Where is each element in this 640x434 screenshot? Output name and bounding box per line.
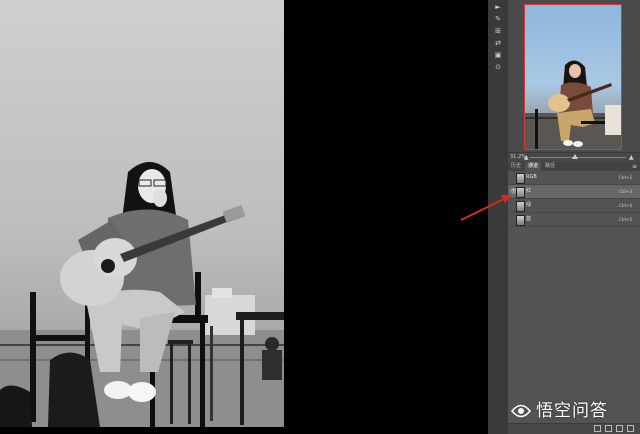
tab-history[interactable]: 历史 [508, 162, 524, 171]
load-selection-icon[interactable] [594, 425, 601, 432]
channel-shortcut: Ctrl+5 [618, 217, 632, 222]
document-canvas[interactable] [0, 0, 488, 434]
channel-thumbnail [516, 187, 525, 198]
right-panels: 31.2% ▲ ▲ 历史 通道 路径 ≡ RGB Ctrl+2 👁 红 Ctrl… [508, 0, 640, 434]
zoom-out-icon[interactable]: ▲ [524, 153, 529, 162]
move-tool-icon[interactable]: ► [488, 2, 508, 12]
channel-shortcut: Ctrl+2 [618, 175, 632, 180]
zoom-in-icon[interactable]: ▲ [629, 153, 634, 162]
channels-bottom-bar [508, 423, 640, 434]
channel-shortcut: Ctrl+4 [618, 203, 632, 208]
swap-tool-icon[interactable]: ⇄ [488, 38, 508, 48]
zoom-slider-track[interactable] [530, 157, 626, 158]
panel-tabs: 历史 通道 路径 ≡ [508, 162, 640, 171]
photo-illustration [0, 162, 284, 427]
channel-thumbnail [516, 201, 525, 212]
photo-image [0, 0, 284, 427]
channel-row-rgb[interactable]: RGB Ctrl+2 [508, 171, 640, 185]
delete-channel-icon[interactable] [627, 425, 634, 432]
navigator-thumbnail-image [525, 60, 621, 149]
channel-name: RGB [526, 174, 537, 180]
tool-options-strip: ► ✎ ⊞ ⇄ ▣ ⊙ [488, 0, 509, 434]
channel-thumbnail [516, 215, 525, 226]
brush-tool-icon[interactable]: ✎ [488, 14, 508, 24]
watermark: 悟空问答 [510, 398, 636, 424]
channel-row-blue[interactable]: 蓝 Ctrl+5 [508, 213, 640, 227]
navigator-panel [508, 0, 640, 152]
channel-row-red[interactable]: 👁 红 Ctrl+3 [508, 185, 640, 199]
watermark-text: 悟空问答 [536, 401, 608, 421]
save-selection-icon[interactable] [605, 425, 612, 432]
zoom-bar: 31.2% ▲ ▲ [508, 152, 640, 162]
zoom-slider-handle[interactable] [572, 154, 578, 159]
channel-name: 红 [526, 188, 532, 194]
channel-shortcut: Ctrl+3 [618, 189, 632, 194]
channel-thumbnail [516, 173, 525, 184]
grid-tool-icon[interactable]: ⊞ [488, 26, 508, 36]
frame-tool-icon[interactable]: ▣ [488, 50, 508, 60]
channel-row-green[interactable]: 绿 Ctrl+4 [508, 199, 640, 213]
tab-channels[interactable]: 通道 [525, 162, 542, 171]
info-tool-icon[interactable]: ⊙ [488, 62, 508, 72]
panel-menu-icon[interactable]: ≡ [632, 162, 637, 171]
tab-paths[interactable]: 路径 [542, 162, 558, 171]
channel-name: 绿 [526, 202, 532, 208]
watermark-logo-icon [510, 404, 532, 418]
channel-name: 蓝 [526, 216, 532, 222]
new-channel-icon[interactable] [616, 425, 623, 432]
navigator-thumbnail[interactable] [524, 4, 622, 150]
